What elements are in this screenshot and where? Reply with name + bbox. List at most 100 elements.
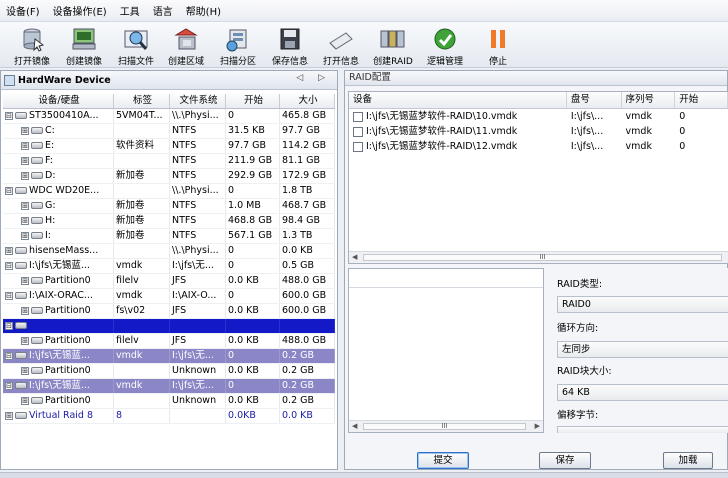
column-header-size[interactable]: 大小 xyxy=(280,94,335,108)
raid-row[interactable]: I:\jfs\无锡蓝梦软件-RAID\12.vmdk I:\jfs\... vmdk… xyxy=(349,139,728,154)
expander-icon[interactable]: ⊞ xyxy=(21,306,29,315)
raid-column-device[interactable]: 设备 xyxy=(349,92,567,108)
toolbar-button[interactable]: 保存信息 xyxy=(262,25,318,67)
raid-serial-cell: vmdk xyxy=(625,126,652,137)
expander-icon[interactable]: ⊞ xyxy=(21,126,29,135)
toolbar-button[interactable]: 扫描文件 xyxy=(108,25,164,67)
direction-select[interactable]: 左同步 xyxy=(557,341,728,358)
menu-item[interactable]: 帮助(H) xyxy=(186,3,221,18)
save-button[interactable]: 保存 xyxy=(539,452,591,469)
raid-row-checkbox[interactable] xyxy=(353,111,363,122)
device-row[interactable]: ⊟ I:\jfs\无锡蓝... vmdk I:\jfs\无... 0 0.5 GB xyxy=(3,259,335,274)
device-row[interactable]: ⊞ Virtual Raid 8 8 0.0KB 0.0 KB xyxy=(3,409,335,424)
scroll-thumb[interactable]: III xyxy=(363,423,526,430)
device-row[interactable]: ⊞ Partition0 Unknown 0.0 KB 0.2 GB xyxy=(3,364,335,379)
expander-icon[interactable]: ⊟ xyxy=(5,321,13,330)
column-header-start[interactable]: 开始 xyxy=(226,94,280,108)
expander-icon[interactable]: ⊟ xyxy=(5,111,13,120)
device-row[interactable]: ⊟ xyxy=(3,319,335,334)
raid-row-checkbox[interactable] xyxy=(353,141,363,152)
toolbar-button[interactable]: 创建区域 xyxy=(158,25,214,67)
expander-icon[interactable]: ⊟ xyxy=(5,186,13,195)
menu-item[interactable]: 语言 xyxy=(153,3,173,18)
raid-row-checkbox[interactable] xyxy=(353,126,363,137)
raid-column-start[interactable]: 开始 xyxy=(675,92,728,108)
expander-icon[interactable]: ⊞ xyxy=(21,216,29,225)
device-row[interactable]: ⊞ D: 新加卷 NTFS 292.9 GB 172.9 GB xyxy=(3,169,335,184)
menu-item[interactable]: 设备(F) xyxy=(6,3,40,18)
toolbar-button[interactable]: 逻辑管理 xyxy=(417,25,473,67)
scroll-left-icon[interactable]: ◀ xyxy=(352,422,357,430)
scroll-right-icon[interactable]: ▶ xyxy=(535,422,540,430)
column-header-label[interactable]: 标签 xyxy=(114,94,170,108)
expander-icon[interactable]: ⊟ xyxy=(5,351,13,360)
expander-icon[interactable]: ⊞ xyxy=(5,246,13,255)
device-row[interactable]: ⊞ G: 新加卷 NTFS 1.0 MB 468.7 GB xyxy=(3,199,335,214)
expander-icon[interactable]: ⊞ xyxy=(21,141,29,150)
device-row[interactable]: ⊞ F: NTFS 211.9 GB 81.1 GB xyxy=(3,154,335,169)
toolbar-button[interactable]: 停止 xyxy=(470,25,526,67)
toolbar-button-label: 扫描文件 xyxy=(117,57,154,67)
raid-column-disk[interactable]: 盘号 xyxy=(567,92,622,108)
expander-icon[interactable]: ⊞ xyxy=(21,336,29,345)
device-row[interactable]: ⊞ Partition0 filelv JFS 0.0 KB 488.0 GB xyxy=(3,274,335,289)
raid-column-serial[interactable]: 序列号 xyxy=(622,92,676,108)
toolbar-button[interactable]: 创建RAID xyxy=(365,25,421,67)
device-row[interactable]: ⊞ Partition0 Unknown 0.0 KB 0.2 GB xyxy=(3,394,335,409)
panel-nav-arrows[interactable]: ◁ ▷ xyxy=(296,73,331,83)
device-row[interactable]: ⊞ H: 新加卷 NTFS 468.8 GB 98.4 GB xyxy=(3,214,335,229)
raid-row[interactable]: I:\jfs\无锡蓝梦软件-RAID\10.vmdk I:\jfs\... vmdk… xyxy=(349,109,728,124)
member-list-scrollbar[interactable]: ◀ III ▶ xyxy=(349,420,543,432)
expander-icon[interactable]: ⊟ xyxy=(5,261,13,270)
toolbar-button[interactable]: 创建镜像 xyxy=(56,25,112,67)
raid-row[interactable]: I:\jfs\无锡蓝梦软件-RAID\11.vmdk I:\jfs\... vmdk… xyxy=(349,124,728,139)
column-header-fs[interactable]: 文件系统 xyxy=(170,94,226,108)
device-row[interactable]: ⊞ C: NTFS 31.5 KB 97.7 GB xyxy=(3,124,335,139)
device-row[interactable]: ⊟ I:\AIX-ORAC... vmdk I:\AIX-O... 0 600.0 GB xyxy=(3,289,335,304)
device-row[interactable]: ⊟ WDC WD20E... \\.\Physi... 0 1.8 TB xyxy=(3,184,335,199)
device-row[interactable]: ⊞ Partition0 filelv JFS 0.0 KB 488.0 GB xyxy=(3,334,335,349)
expander-icon[interactable]: ⊞ xyxy=(21,366,29,375)
expander-icon[interactable]: ⊞ xyxy=(21,396,29,405)
raid-type-select[interactable]: RAID0 xyxy=(557,296,728,313)
expander-icon[interactable]: ⊞ xyxy=(5,411,13,420)
disk-icon xyxy=(15,382,27,389)
device-row[interactable]: ⊟ ST3500410A... 5VM04T... \\.\Physi... 0 465.… xyxy=(3,109,335,124)
expander-icon[interactable]: ⊞ xyxy=(21,276,29,285)
fs-cell xyxy=(170,319,226,333)
device-name: H: xyxy=(45,215,56,226)
toolbar-button-label: 扫描分区 xyxy=(219,57,256,67)
expander-icon[interactable]: ⊞ xyxy=(21,156,29,165)
expander-icon[interactable]: ⊟ xyxy=(5,381,13,390)
expander-icon[interactable]: ⊞ xyxy=(21,231,29,240)
device-row[interactable]: ⊞ E: 软件资料 NTFS 97.7 GB 114.2 GB xyxy=(3,139,335,154)
device-name: I:\jfs\无锡蓝... xyxy=(29,380,90,391)
create-region-icon xyxy=(174,28,198,50)
device-row[interactable]: ⊞ Partition0 fs\v02 JFS 0.0 KB 600.0 GB xyxy=(3,304,335,319)
device-row[interactable]: ⊞ I: 新加卷 NTFS 567.1 GB 1.3 TB xyxy=(3,229,335,244)
fs-cell: NTFS xyxy=(170,169,226,183)
scroll-thumb[interactable]: III xyxy=(363,254,722,261)
submit-button[interactable]: 提交 xyxy=(417,452,469,469)
device-name: Partition0 xyxy=(45,395,91,406)
scroll-left-icon[interactable]: ◀ xyxy=(352,253,357,261)
fs-cell: I:\jfs\无... xyxy=(170,259,226,273)
label-cell: 新加卷 xyxy=(114,214,170,228)
device-row[interactable]: ⊞ hisenseMass... \\.\Physi... 0 0.0 KB xyxy=(3,244,335,259)
menu-item[interactable]: 设备操作(E) xyxy=(53,3,107,18)
expander-icon[interactable]: ⊞ xyxy=(21,201,29,210)
toolbar-button[interactable]: 打开信息 xyxy=(313,25,369,67)
menu-item[interactable]: 工具 xyxy=(120,3,140,18)
block-size-select[interactable]: 64 KB xyxy=(557,384,728,401)
expander-icon[interactable]: ⊞ xyxy=(21,171,29,180)
device-row[interactable]: ⊟ I:\jfs\无锡蓝... vmdk I:\jfs\无... 0 0.2 GB xyxy=(3,349,335,364)
raid-list-scrollbar[interactable]: ◀ III xyxy=(349,251,728,263)
toolbar-button[interactable]: 扫描分区 xyxy=(210,25,266,67)
offset-field[interactable] xyxy=(557,426,728,433)
load-button[interactable]: 加载 xyxy=(663,452,713,469)
device-cell: ⊞ C: xyxy=(3,124,114,138)
expander-icon[interactable]: ⊟ xyxy=(5,291,13,300)
column-header-device[interactable]: 设备/硬盘 xyxy=(3,94,114,108)
toolbar-button[interactable]: 打开镜像 xyxy=(4,25,60,67)
device-row[interactable]: ⊟ I:\jfs\无锡蓝... vmdk I:\jfs\无... 0 0.2 GB xyxy=(3,379,335,394)
